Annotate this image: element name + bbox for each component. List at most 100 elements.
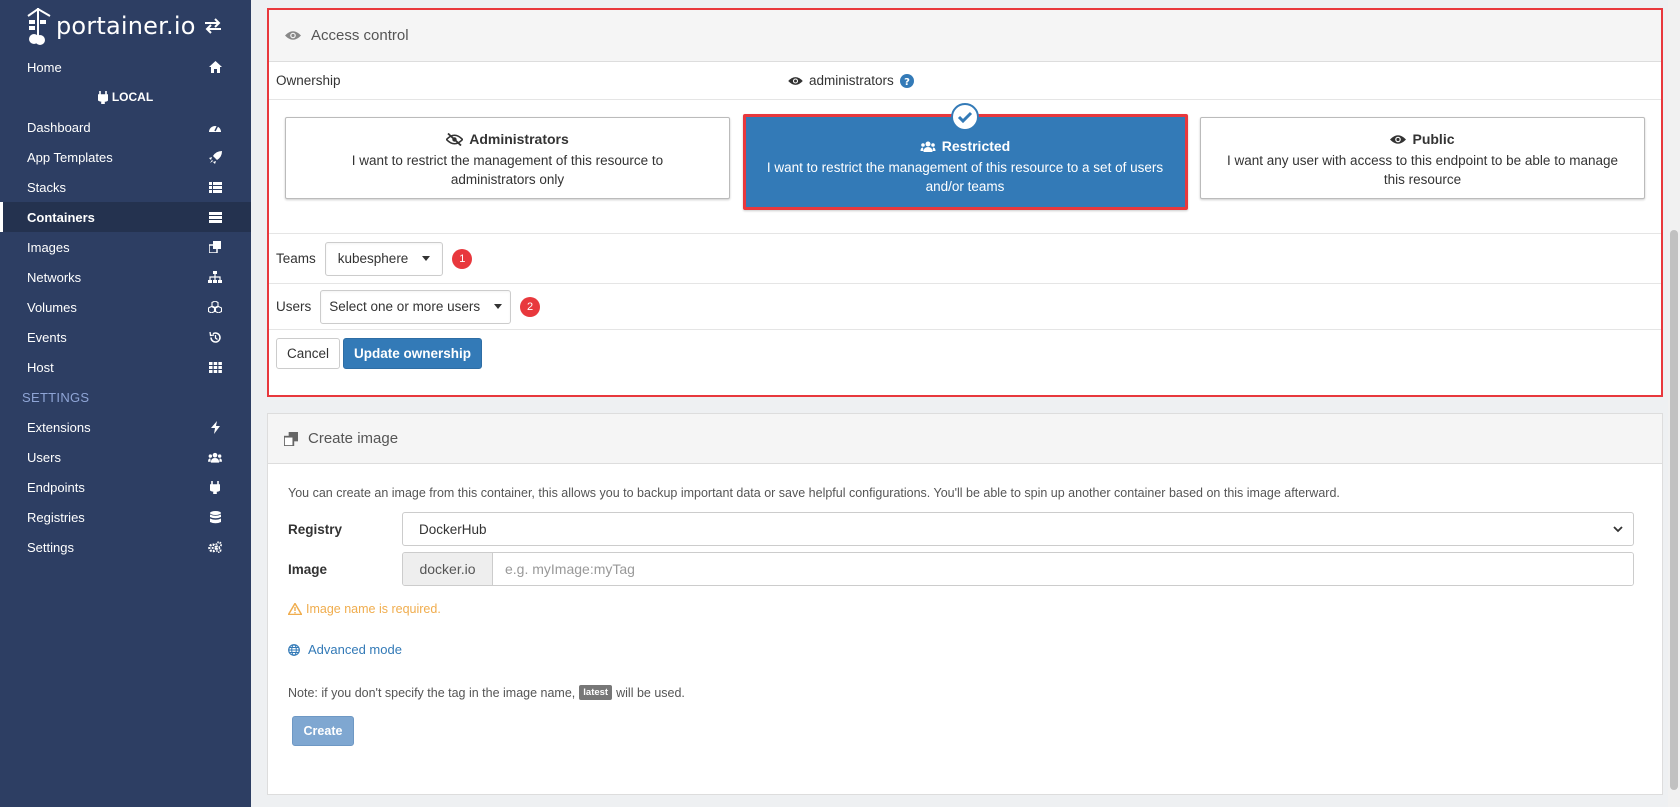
caret-down-icon	[494, 304, 503, 309]
sidebar-endpoint-local: LOCAL	[0, 82, 251, 112]
teams-label: Teams	[276, 251, 316, 266]
sidebar-item-label: Endpoints	[27, 479, 85, 495]
sidebar-item-stacks[interactable]: Stacks	[0, 172, 251, 202]
sidebar-item-host[interactable]: Host	[0, 352, 251, 382]
annotation-badge: 1	[452, 248, 473, 269]
registry-select[interactable]: DockerHub	[402, 512, 1634, 546]
cogs-icon	[208, 540, 222, 554]
caret-down-icon	[422, 256, 431, 261]
sidebar-item-home[interactable]: Home	[0, 52, 251, 82]
option-title: Restricted	[941, 138, 1011, 154]
sidebar-item-registries[interactable]: Registries	[0, 502, 251, 532]
sidebar-item-label: Dashboard	[27, 119, 91, 135]
cancel-button[interactable]: Cancel	[276, 337, 341, 369]
teams-row: Teams kubesphere 1	[269, 234, 1661, 284]
advanced-mode-label: Advanced mode	[308, 642, 402, 657]
option-description: I want any user with access to this endp…	[1227, 153, 1618, 187]
clone-icon	[208, 240, 222, 254]
vertical-scrollbar[interactable]	[1668, 0, 1680, 807]
sidebar-item-extensions[interactable]: Extensions	[0, 412, 251, 442]
sitemap-icon	[208, 270, 222, 284]
create-image-form: You can create an image from this contai…	[268, 464, 1662, 746]
users-select[interactable]: Select one or more users	[320, 289, 512, 324]
ownership-value: administrators ?	[788, 73, 914, 88]
image-input-group: docker.io	[402, 552, 1634, 586]
teams-select[interactable]: kubesphere	[324, 241, 444, 276]
create-image-header: Create image	[268, 414, 1662, 464]
th-list-icon	[208, 180, 222, 194]
sidebar-item-events[interactable]: Events	[0, 322, 251, 352]
sidebar-item-settings[interactable]: Settings	[0, 532, 251, 562]
advanced-mode-link[interactable]: Advanced mode	[288, 642, 1642, 657]
panel-title: Create image	[308, 430, 399, 447]
sidebar-header: portainer.io	[0, 0, 251, 52]
sidebar-item-images[interactable]: Images	[0, 232, 251, 262]
update-ownership-button[interactable]: Update ownership	[343, 337, 483, 369]
latest-tag-badge: latest	[579, 685, 613, 700]
option-public[interactable]: Public I want any user with access to th…	[1200, 117, 1645, 199]
teams-selected-value: kubesphere	[337, 251, 409, 266]
sidebar: portainer.io Home LOCAL Dashboard App Te…	[0, 0, 251, 807]
portainer-logo[interactable]: portainer.io	[26, 6, 196, 46]
create-image-help: You can create an image from this contai…	[288, 486, 1340, 500]
globe-icon	[288, 643, 300, 656]
svg-text:?: ?	[904, 77, 910, 88]
sidebar-item-label: Users	[27, 449, 61, 465]
option-title: Administrators	[469, 131, 569, 147]
sidebar-item-containers[interactable]: Containers	[0, 202, 251, 232]
sidebar-item-label: App Templates	[27, 149, 113, 165]
home-icon	[208, 60, 222, 74]
option-restricted[interactable]: Restricted I want to restrict the manage…	[742, 103, 1188, 210]
sidebar-item-volumes[interactable]: Volumes	[0, 292, 251, 322]
chevron-down-icon	[1613, 525, 1623, 532]
users-icon	[208, 450, 222, 464]
sidebar-item-dashboard[interactable]: Dashboard	[0, 112, 251, 142]
registry-row: Registry DockerHub	[288, 512, 1642, 546]
image-name-input[interactable]	[493, 553, 1633, 585]
sidebar-toggle-icon[interactable]	[203, 18, 223, 34]
question-circle-icon[interactable]: ?	[899, 73, 914, 88]
database-icon	[208, 510, 222, 524]
sidebar-item-label: Stacks	[27, 179, 67, 195]
rocket-icon	[208, 150, 222, 164]
sidebar-item-endpoints[interactable]: Endpoints	[0, 472, 251, 502]
cubes-icon	[208, 300, 222, 314]
option-description: I want to restrict the management of thi…	[766, 160, 1164, 194]
access-control-header: Access control	[269, 10, 1661, 62]
sidebar-item-users[interactable]: Users	[0, 442, 251, 472]
eye-icon	[285, 31, 301, 40]
main-content: Access control Ownership administrators …	[251, 0, 1680, 807]
option-administrators[interactable]: Administrators I want to restrict the ma…	[285, 117, 730, 199]
note-text-after: will be used.	[616, 685, 685, 700]
tachometer-icon	[208, 120, 222, 134]
clone-icon	[284, 431, 298, 446]
sidebar-section-settings: SETTINGS	[22, 389, 90, 405]
server-icon	[208, 210, 222, 224]
warning-text: Image name is required.	[306, 602, 441, 616]
registry-label: Registry	[288, 521, 343, 537]
ownership-label: Ownership	[276, 73, 341, 88]
eye-icon	[788, 76, 803, 85]
option-description: I want to restrict the management of thi…	[351, 153, 664, 187]
warning-triangle-icon	[288, 603, 302, 615]
sidebar-item-app-templates[interactable]: App Templates	[0, 142, 251, 172]
image-validation-warning: Image name is required.	[288, 602, 1642, 616]
tag-note: Note: if you don't specify the tag in th…	[288, 685, 1642, 700]
portainer-crane-icon	[27, 7, 51, 45]
scrollbar-thumb[interactable]	[1670, 230, 1678, 790]
users-row: Users Select one or more users 2	[269, 284, 1661, 330]
th-icon	[208, 360, 222, 374]
brand-name: portainer.io	[56, 12, 196, 40]
ownership-actions: Cancel Update ownership	[269, 330, 1661, 376]
check-circle-icon	[951, 103, 979, 131]
sidebar-item-label: Home	[27, 59, 62, 75]
create-button[interactable]: Create	[292, 716, 354, 746]
sidebar-item-label: Containers	[27, 209, 95, 225]
access-control-panel: Access control Ownership administrators …	[267, 8, 1663, 397]
plug-icon	[208, 480, 222, 494]
ownership-options: Administrators I want to restrict the ma…	[269, 100, 1661, 234]
users-label: Users	[276, 299, 312, 314]
sidebar-item-networks[interactable]: Networks	[0, 262, 251, 292]
sidebar-item-label: Host	[27, 359, 54, 375]
ownership-text: administrators	[809, 73, 894, 88]
